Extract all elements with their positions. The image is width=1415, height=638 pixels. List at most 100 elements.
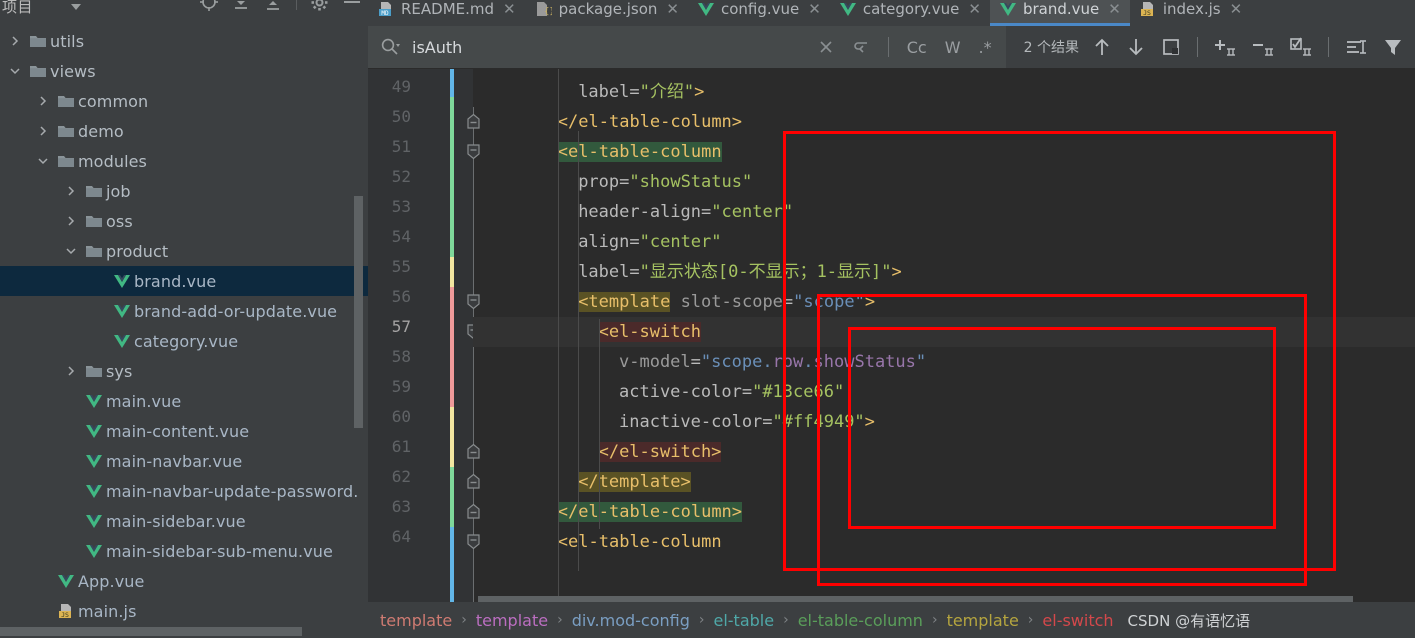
locate-icon[interactable] (200, 0, 218, 11)
tree-item-category-vue[interactable]: category.vue (0, 326, 368, 356)
editor-tab-brand-vue[interactable]: brand.vue ✕ (989, 0, 1130, 26)
code-line[interactable]: align="center" (473, 227, 1415, 257)
clear-icon[interactable] (818, 39, 834, 55)
sidebar-vertical-scrollbar[interactable] (354, 196, 363, 428)
line-number: 53 (391, 197, 411, 216)
code-line[interactable]: v-model="scope.row.showStatus" (473, 347, 1415, 377)
tree-item-brand-add-or-update-vue[interactable]: brand-add-or-update.vue (0, 296, 368, 326)
toggle-lines-icon[interactable] (1345, 37, 1367, 57)
chevron-right-icon[interactable] (60, 185, 82, 197)
select-occurrences-icon[interactable] (1290, 37, 1312, 57)
tree-item-common[interactable]: common (0, 86, 368, 116)
chevron-right-icon[interactable] (60, 365, 82, 377)
select-all-icon[interactable] (1161, 37, 1181, 57)
sidebar-horizontal-scrollbar[interactable] (0, 627, 302, 636)
tree-item-main-content-vue[interactable]: main-content.vue (0, 416, 368, 446)
code-line[interactable]: label="介绍"> (473, 77, 1415, 107)
code-line[interactable]: <el-switch (473, 317, 1415, 347)
close-icon[interactable]: ✕ (1230, 0, 1243, 18)
editor-tabbar[interactable]: MDREADME.md✕{}package.json✕config.vue✕ca… (368, 0, 1415, 26)
tree-item-oss[interactable]: oss (0, 206, 368, 236)
chevron-right-icon[interactable] (4, 35, 26, 47)
breadcrumb-item-div-mod-config[interactable]: div.mod-config (572, 611, 690, 630)
tree-item-modules[interactable]: modules (0, 146, 368, 176)
code-line[interactable]: </el-switch> (473, 437, 1415, 467)
code-line[interactable]: <el-table-column (473, 527, 1415, 557)
tree-item-main-navbar-update-password-[interactable]: main-navbar-update-password. (0, 476, 368, 506)
tree-item-utils[interactable]: utils (0, 26, 368, 56)
chevron-right-icon[interactable] (32, 125, 54, 137)
words-toggle[interactable]: W (945, 38, 961, 57)
tree-item-demo[interactable]: demo (0, 116, 368, 146)
project-tree[interactable]: utils views common demo modules job oss product… (0, 26, 368, 624)
minimize-icon[interactable] (342, 0, 362, 9)
tree-item-main-sidebar-vue[interactable]: main-sidebar.vue (0, 506, 368, 536)
tree-item-main-navbar-vue[interactable]: main-navbar.vue (0, 446, 368, 476)
indent-guide (598, 319, 600, 529)
tree-item-label: main-sidebar.vue (106, 511, 246, 531)
tree-item-views[interactable]: views (0, 56, 368, 86)
tab-label: brand.vue (1022, 0, 1100, 18)
search-input[interactable]: isAuth Cc W .* (368, 26, 1006, 68)
breadcrumb[interactable]: template › template › div.mod-config › el-tabl… (368, 602, 1415, 638)
remove-caret-icon[interactable] (1252, 37, 1274, 57)
close-icon[interactable]: ✕ (503, 0, 516, 18)
code-line[interactable]: header-align="center" (473, 197, 1415, 227)
tree-item-main-vue[interactable]: main.vue (0, 386, 368, 416)
close-icon[interactable]: ✕ (808, 0, 821, 18)
add-caret-icon[interactable] (1214, 37, 1236, 57)
close-icon[interactable]: ✕ (1108, 0, 1121, 18)
close-icon[interactable]: ✕ (968, 0, 981, 18)
breadcrumb-item-el-table-column[interactable]: el-table-column (798, 611, 923, 630)
tree-item-sys[interactable]: sys (0, 356, 368, 386)
code-line[interactable]: active-color="#13ce66" (473, 377, 1415, 407)
svg-text:{}: {} (544, 7, 552, 17)
breadcrumb-item-el-table[interactable]: el-table (713, 611, 774, 630)
breadcrumb-item-template[interactable]: template (947, 611, 1019, 630)
svg-text:JS: JS (61, 611, 69, 619)
editor-gutter[interactable]: 49 50 51 52 53 54 55 56 57 58 59 60 61 62 63 64 (368, 69, 473, 605)
tree-item-brand-vue[interactable]: brand.vue (0, 266, 368, 296)
code-lines[interactable]: label="介绍"> </el-table-column> <el-table-c… (473, 69, 1415, 605)
editor-tab-config-vue[interactable]: config.vue ✕ (688, 0, 830, 26)
regex-toggle[interactable]: .* (979, 38, 992, 57)
code-line[interactable]: inactive-color="#ff4949"> (473, 407, 1415, 437)
tree-item-main-js[interactable]: JS main.js (0, 596, 368, 624)
code-line[interactable]: </el-table-column> (473, 107, 1415, 137)
tree-item-product[interactable]: product (0, 236, 368, 266)
editor-tab-index-js[interactable]: JS index.js ✕ (1130, 0, 1251, 26)
history-icon[interactable] (852, 39, 870, 55)
chevron-right-icon[interactable] (60, 215, 82, 227)
chevron-down-icon[interactable] (4, 65, 26, 77)
tree-item-main-sidebar-sub-menu-vue[interactable]: main-sidebar-sub-menu.vue (0, 536, 368, 566)
chevron-down-icon[interactable] (69, 0, 83, 17)
code-line[interactable]: <el-table-column (473, 137, 1415, 167)
editor-tab-package-json[interactable]: {} package.json ✕ (525, 0, 688, 26)
expand-all-icon[interactable] (264, 0, 282, 11)
filter-icon[interactable] (1383, 37, 1403, 57)
tools-divider-2 (1328, 37, 1329, 57)
indent-guide (578, 131, 580, 571)
code-line[interactable]: </template> (473, 467, 1415, 497)
editor-tab-readme-md[interactable]: MD README.md ✕ (368, 0, 525, 26)
tree-item-job[interactable]: job (0, 176, 368, 206)
next-match-icon[interactable] (1127, 37, 1145, 57)
chevron-right-icon[interactable] (32, 95, 54, 107)
code-line[interactable]: </el-table-column> (473, 497, 1415, 527)
collapse-all-icon[interactable] (232, 0, 250, 11)
code-line[interactable]: <template slot-scope="scope"> (473, 287, 1415, 317)
match-case-toggle[interactable]: Cc (907, 38, 927, 57)
breadcrumb-item-el-switch[interactable]: el-switch (1042, 611, 1113, 630)
code-editor[interactable]: 49 50 51 52 53 54 55 56 57 58 59 60 61 62 63 64 label="… (368, 69, 1415, 605)
editor-tab-category-vue[interactable]: category.vue ✕ (830, 0, 990, 26)
chevron-down-icon[interactable] (32, 155, 54, 167)
code-line[interactable]: prop="showStatus" (473, 167, 1415, 197)
close-icon[interactable]: ✕ (666, 0, 679, 18)
code-line[interactable]: label="显示状态[0-不显示；1-显示]"> (473, 257, 1415, 287)
breadcrumb-item-template[interactable]: template (476, 611, 548, 630)
breadcrumb-item-template[interactable]: template (380, 611, 452, 630)
gear-icon[interactable] (311, 0, 328, 11)
prev-match-icon[interactable] (1093, 37, 1111, 57)
chevron-down-icon[interactable] (60, 245, 82, 257)
tree-item-app-vue[interactable]: App.vue (0, 566, 368, 596)
